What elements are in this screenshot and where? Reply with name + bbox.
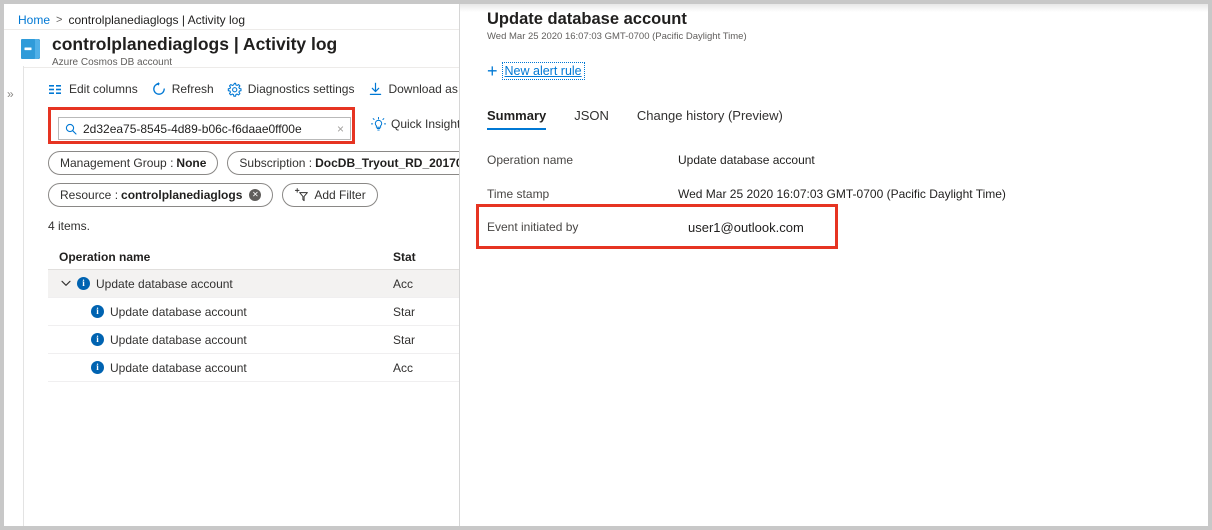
tab-change-history[interactable]: Change history (Preview) (637, 108, 783, 130)
cell-operation-name: i Update database account (48, 361, 393, 375)
detail-timestamp-subtitle: Wed Mar 25 2020 16:07:03 GMT-0700 (Pacif… (487, 31, 747, 42)
quick-insights-label: Quick Insights (391, 117, 466, 131)
detail-row-operation-name: Operation name Update database account (460, 150, 1208, 170)
detail-value: Wed Mar 25 2020 16:07:03 GMT-0700 (Pacif… (678, 187, 1006, 201)
operation-name-text: Update database account (110, 361, 247, 375)
operation-name-text: Update database account (110, 305, 247, 319)
table-row[interactable]: i Update database account Acc (48, 270, 459, 298)
filter-pill-subscription[interactable]: Subscription : DocDB_Tryout_RD_201704 (227, 151, 463, 175)
blade-header: controlplanediaglogs | Activity log Azur… (18, 34, 337, 66)
detail-tabs: Summary JSON Change history (Preview) (487, 102, 811, 130)
add-filter-button[interactable]: Add Filter (282, 183, 377, 207)
cosmos-db-icon (18, 36, 44, 62)
screenshot-root: Home > controlplanediaglogs | Activity l… (0, 0, 1212, 530)
breadcrumb: Home > controlplanediaglogs | Activity l… (18, 11, 245, 29)
plus-icon: + (487, 62, 498, 80)
detail-label: Event initiated by (487, 220, 578, 234)
quick-insights-button[interactable]: Quick Insights (370, 116, 466, 132)
detail-value: user1@outlook.com (688, 220, 804, 235)
cell-status: Star (393, 305, 459, 319)
detail-label: Operation name (487, 153, 573, 167)
refresh-label: Refresh (172, 82, 214, 96)
filter-pill-management-group[interactable]: Management Group : None (48, 151, 218, 175)
tab-summary[interactable]: Summary (487, 108, 546, 130)
table-row[interactable]: i Update database account Star (48, 326, 459, 354)
download-icon (367, 81, 383, 97)
filter-pill-key: Management Group : (60, 156, 173, 170)
activity-log-grid: Operation name Stat i Update database ac… (48, 244, 459, 382)
event-detail-panel: Update database account Wed Mar 25 2020 … (459, 4, 1208, 526)
detail-row-time-stamp: Time stamp Wed Mar 25 2020 16:07:03 GMT-… (460, 184, 1208, 204)
search-input[interactable]: 2d32ea75-8545-4d89-b06c-f6daae0ff00e (83, 122, 337, 136)
chevron-down-icon[interactable] (59, 277, 73, 291)
cell-operation-name: i Update database account (48, 333, 393, 347)
clear-search-icon[interactable]: × (337, 122, 346, 136)
new-alert-rule-label: New alert rule (504, 64, 583, 78)
portal-frame: Home > controlplanediaglogs | Activity l… (4, 4, 1208, 526)
column-header-operation-name[interactable]: Operation name (48, 250, 393, 264)
item-count-label: 4 items. (48, 219, 90, 233)
filter-pill-resource[interactable]: Resource : controlplanediaglogs ✕ (48, 183, 273, 207)
cell-status: Acc (393, 361, 459, 375)
detail-value: Update database account (678, 153, 815, 167)
filter-pill-row-primary: Management Group : None Subscription : D… (48, 151, 463, 175)
diagnostics-settings-button[interactable]: Diagnostics settings (227, 81, 355, 97)
filter-pill-value: None (176, 156, 206, 170)
detail-row-event-initiated-by: Event initiated by user1@outlook.com (460, 217, 1208, 237)
download-as-csv-button[interactable]: Download as C (367, 81, 459, 97)
blade-title-wrap: controlplanediaglogs | Activity log Azur… (52, 34, 337, 69)
cell-operation-name: i Update database account (48, 277, 393, 291)
search-highlight-box: 2d32ea75-8545-4d89-b06c-f6daae0ff00e × (48, 107, 355, 144)
column-header-status[interactable]: Stat (393, 250, 459, 264)
filter-pill-key: Resource : (60, 188, 118, 202)
remove-filter-icon[interactable]: ✕ (249, 189, 261, 201)
title-divider (4, 67, 459, 68)
add-filter-icon (294, 188, 309, 202)
grid-header-row: Operation name Stat (48, 244, 459, 270)
detail-label: Time stamp (487, 187, 549, 201)
edit-columns-label: Edit columns (69, 82, 138, 96)
filter-pill-row-secondary: Resource : controlplanediaglogs ✕ Add Fi… (48, 183, 463, 207)
info-icon: i (91, 305, 104, 318)
table-row[interactable]: i Update database account Star (48, 298, 459, 326)
download-as-csv-label: Download as C (388, 82, 459, 96)
command-toolbar: Edit columns Refresh (25, 74, 459, 104)
filter-pill-value: DocDB_Tryout_RD_201704 (315, 156, 463, 170)
refresh-icon (151, 81, 167, 97)
info-icon: i (91, 333, 104, 346)
detail-title: Update database account (487, 10, 687, 29)
filter-pill-key: Subscription : (239, 156, 312, 170)
info-icon: i (77, 277, 90, 290)
cell-status: Acc (393, 277, 459, 291)
cell-operation-name: i Update database account (48, 305, 393, 319)
info-icon: i (91, 361, 104, 374)
edit-columns-button[interactable]: Edit columns (48, 81, 138, 97)
new-alert-rule-button[interactable]: + New alert rule (487, 62, 583, 80)
breadcrumb-home[interactable]: Home (18, 13, 50, 27)
lightbulb-icon (370, 116, 386, 132)
expand-menu-icon[interactable]: » (7, 88, 14, 100)
search-icon (64, 122, 77, 135)
gear-icon (227, 81, 243, 97)
blade-side-rail: » (4, 66, 24, 526)
cell-status: Star (393, 333, 459, 347)
columns-icon (48, 81, 64, 97)
filter-pill-value: controlplanediaglogs (121, 188, 242, 202)
page-title: controlplanediaglogs | Activity log (52, 34, 337, 54)
refresh-button[interactable]: Refresh (151, 81, 214, 97)
breadcrumb-divider (4, 29, 459, 30)
search-row: 2d32ea75-8545-4d89-b06c-f6daae0ff00e × (48, 107, 459, 145)
activity-log-blade: Home > controlplanediaglogs | Activity l… (4, 4, 459, 526)
tab-json[interactable]: JSON (574, 108, 609, 130)
breadcrumb-current: controlplanediaglogs | Activity log (68, 13, 245, 27)
operation-name-text: Update database account (110, 333, 247, 347)
diagnostics-settings-label: Diagnostics settings (248, 82, 355, 96)
table-row[interactable]: i Update database account Acc (48, 354, 459, 382)
add-filter-label: Add Filter (314, 188, 365, 202)
search-input-wrapper[interactable]: 2d32ea75-8545-4d89-b06c-f6daae0ff00e × (58, 117, 351, 140)
breadcrumb-separator-icon: > (56, 14, 62, 26)
operation-name-text: Update database account (96, 277, 233, 291)
